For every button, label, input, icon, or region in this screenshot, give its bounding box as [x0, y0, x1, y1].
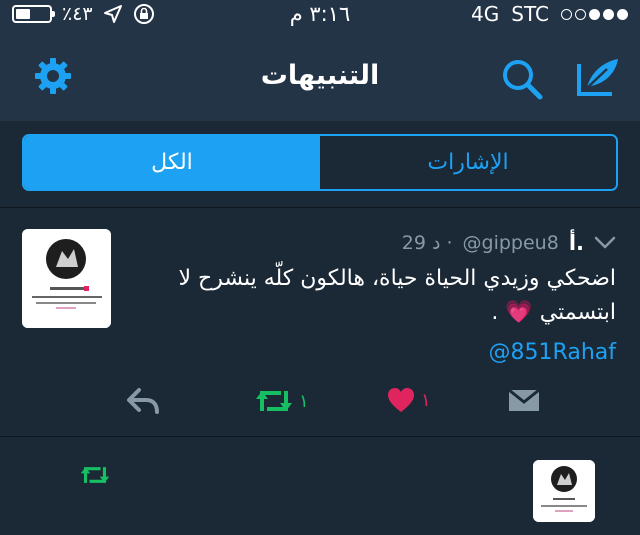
retweet-button[interactable]: ١ — [255, 387, 309, 415]
avatar-image — [22, 229, 111, 328]
retweet-icon — [256, 391, 292, 411]
tweet-meta: أ. @gippeu8 29 د · — [402, 230, 616, 256]
signal-strength-icon — [561, 8, 628, 20]
tweet-author-name[interactable]: أ. — [569, 231, 584, 255]
carrier-name: STC — [511, 2, 549, 26]
tab-mentions[interactable]: الإشارات — [320, 136, 616, 189]
tweet-card[interactable]: أ. @gippeu8 29 د · اضحكي وزيدي الحياة حي… — [0, 208, 640, 437]
compose-tweet-icon[interactable] — [576, 56, 620, 98]
page-title: التنبيهات — [260, 60, 380, 91]
search-icon[interactable] — [500, 57, 544, 101]
tweet-timestamp: 29 د · — [401, 232, 453, 254]
envelope-icon — [508, 388, 540, 411]
segmented-control: الكل الإشارات — [22, 134, 618, 191]
like-button[interactable]: ١ — [387, 387, 431, 413]
tab-all[interactable]: الكل — [24, 136, 320, 189]
like-count: ١ — [421, 389, 431, 411]
filter-bar: الكل الإشارات — [0, 121, 640, 208]
status-bar: ٪٤٣ ٣:١٦ م 4G STC — [0, 0, 640, 30]
tweet-actions: ١ ١ — [0, 383, 640, 423]
avatar[interactable] — [22, 229, 111, 328]
tweet-text: اضحكي وزيدي الحياة حياة، هالكون كلّه ينش… — [178, 266, 616, 325]
chevron-down-icon[interactable] — [594, 236, 616, 250]
notification-avatar[interactable] — [533, 460, 595, 522]
tweet-author-handle[interactable]: @gippeu8 — [463, 232, 559, 254]
reply-icon — [127, 388, 159, 414]
network-type: 4G — [471, 2, 500, 26]
retweet-notification[interactable] — [0, 437, 640, 535]
retweet-count: ١ — [299, 390, 309, 412]
status-right: 4G STC — [471, 2, 628, 26]
notification-avatar-image — [533, 460, 595, 522]
reply-button[interactable] — [126, 387, 160, 415]
navigation-bar: التنبيهات — [0, 30, 640, 121]
direct-message-button[interactable] — [508, 387, 540, 413]
retweet-notification-icon — [80, 467, 110, 483]
tweet-mention-link[interactable]: @851Rahaf — [489, 340, 616, 365]
heart-icon — [388, 388, 414, 412]
